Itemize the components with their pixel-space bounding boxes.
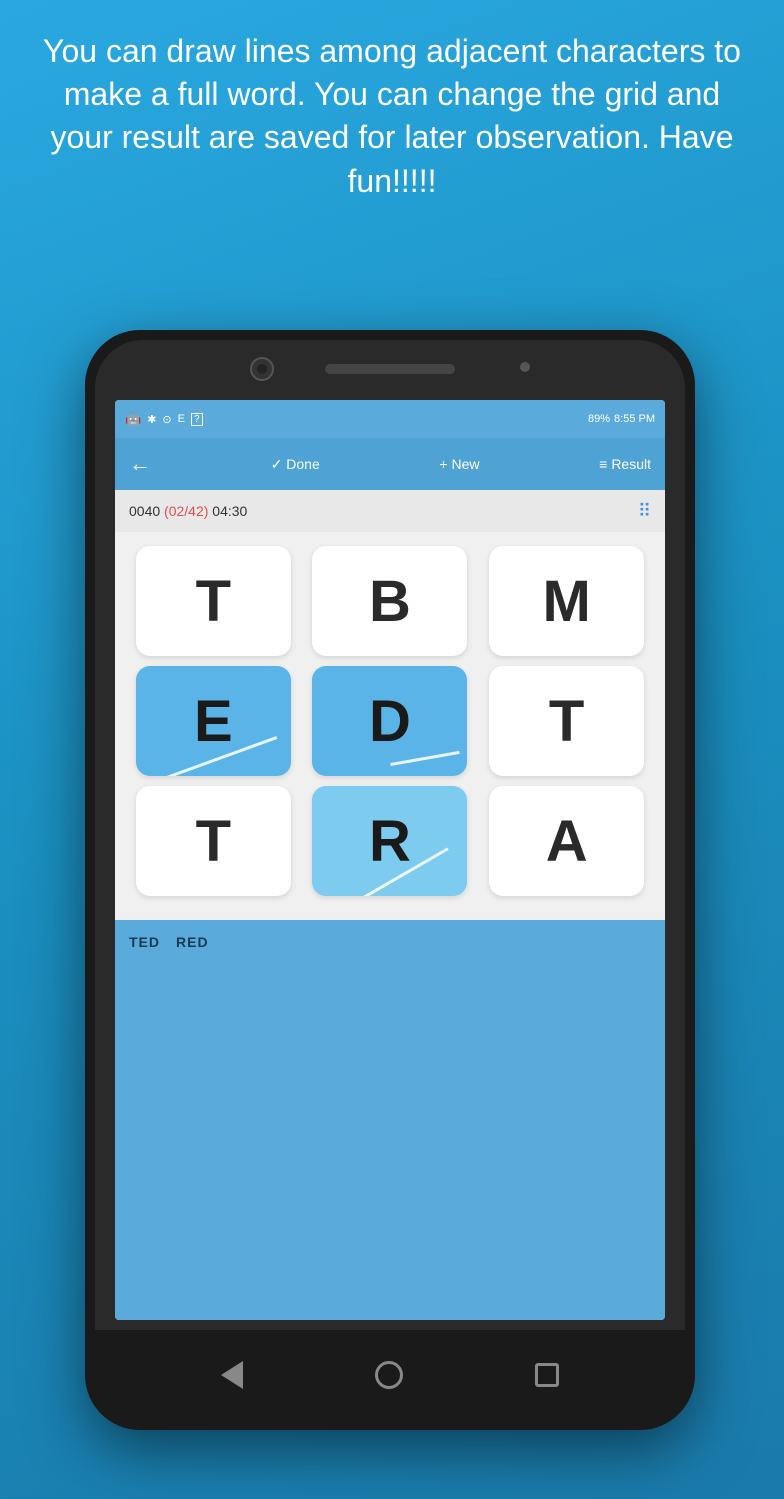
time-display: 8:55 PM — [614, 413, 655, 425]
status-left: 🤖 ✱ ⊙ E ? — [125, 411, 203, 427]
cell-d[interactable]: D — [312, 666, 467, 776]
back-button[interactable]: ← — [129, 451, 151, 477]
done-button[interactable]: ✓ Done — [271, 456, 320, 473]
cell-t1[interactable]: T — [136, 546, 291, 656]
cell-letter: D — [369, 688, 411, 755]
cell-letter: E — [194, 688, 233, 755]
cell-r[interactable]: R — [312, 786, 467, 896]
cell-m[interactable]: M — [489, 546, 644, 656]
action-bar: ← ✓ Done + New ≡ Result — [115, 438, 665, 490]
puzzle-count: (02/42) — [164, 503, 208, 519]
cell-letter: A — [546, 808, 588, 875]
nav-recent-button[interactable] — [535, 1363, 559, 1387]
found-word-2: RED — [176, 934, 209, 950]
grid-settings-icon[interactable]: ⠿ — [638, 501, 651, 522]
lock-icon: ? — [191, 413, 203, 426]
puzzle-header: 0040 (02/42) 04:30 ⠿ — [115, 490, 665, 532]
status-right: 89% 8:55 PM — [588, 413, 655, 425]
phone-screen: 🤖 ✱ ⊙ E ? 89% 8:55 PM ← — [115, 400, 665, 1320]
cell-e[interactable]: E — [136, 666, 291, 776]
found-word-1: TED — [129, 934, 160, 950]
found-words-bar: TED RED — [115, 920, 665, 964]
cell-t2[interactable]: T — [489, 666, 644, 776]
bluetooth-icon: ✱ — [147, 413, 156, 426]
result-icon: ≡ — [599, 456, 607, 472]
phone-inner: 🤖 ✱ ⊙ E ? 89% 8:55 PM ← — [95, 340, 685, 1420]
new-button[interactable]: + New — [439, 456, 479, 472]
phone-frame: 🤖 ✱ ⊙ E ? 89% 8:55 PM ← — [85, 330, 695, 1430]
cell-letter: T — [549, 688, 584, 755]
result-button[interactable]: ≡ Result — [599, 456, 651, 472]
grid-row-2: E D T — [125, 666, 655, 776]
battery-level: 89% — [588, 413, 610, 425]
nav-back-button[interactable] — [221, 1361, 243, 1389]
done-label: ✓ Done — [271, 456, 320, 473]
new-label: + New — [439, 456, 479, 472]
android-notification-icon: 🤖 — [125, 411, 141, 427]
status-bar: 🤖 ✱ ⊙ E ? 89% 8:55 PM — [115, 400, 665, 438]
cell-letter: T — [196, 568, 231, 635]
phone-nav — [95, 1330, 685, 1420]
puzzle-timer: 04:30 — [212, 503, 247, 519]
phone-camera — [250, 357, 274, 381]
grid-row-1: T B M — [125, 546, 655, 656]
header-description: You can draw lines among adjacent charac… — [0, 0, 784, 223]
alarm-icon: ⊙ — [162, 413, 171, 426]
cell-letter: R — [369, 808, 411, 875]
phone-dot — [520, 362, 530, 372]
nav-home-button[interactable] — [375, 1361, 403, 1389]
puzzle-id: 0040 — [129, 503, 160, 519]
cell-letter: B — [369, 568, 411, 635]
signal-icon: E — [178, 413, 185, 425]
cell-letter: T — [196, 808, 231, 875]
back-arrow-icon: ← — [129, 451, 151, 477]
cell-t3[interactable]: T — [136, 786, 291, 896]
cell-a[interactable]: A — [489, 786, 644, 896]
cell-b[interactable]: B — [312, 546, 467, 656]
cell-letter: M — [542, 568, 590, 635]
puzzle-info: 0040 (02/42) 04:30 — [129, 503, 247, 519]
phone-speaker — [325, 364, 455, 374]
blue-bottom-area — [115, 964, 665, 1320]
grid-row-3: T R A — [125, 786, 655, 896]
result-label: Result — [611, 456, 651, 472]
game-area: T B M E — [115, 532, 665, 920]
